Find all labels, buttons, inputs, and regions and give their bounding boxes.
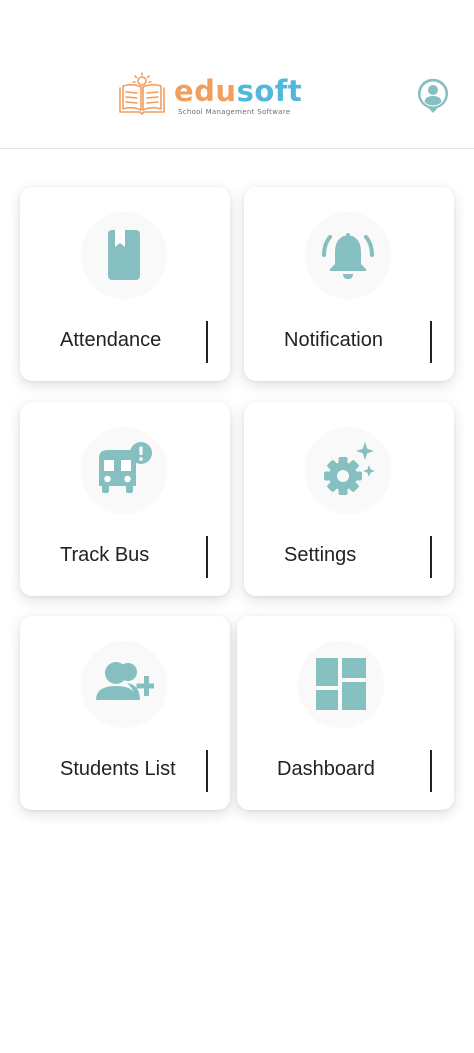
add-user-icon: [96, 662, 154, 700]
menu-card-label: Track Bus: [60, 544, 150, 566]
bell-icon: [322, 233, 374, 279]
brand-name: edusoft: [174, 74, 302, 108]
app-header: edusoft School Management Software: [0, 0, 474, 149]
text-cursor-bar: [206, 536, 208, 578]
menu-card-label: Dashboard: [277, 758, 375, 780]
menu-card-notification[interactable]: Notification: [244, 187, 454, 381]
menu-card-label: Settings: [284, 544, 357, 566]
text-cursor-bar: [430, 536, 432, 578]
gear-sparkle-icon: [324, 442, 375, 495]
menu-card-students-list[interactable]: Students List: [20, 616, 230, 810]
icon-circle: [305, 427, 391, 513]
menu-card-label: Students List: [60, 758, 176, 780]
app-screen: edusoft School Management Software Atten…: [0, 0, 474, 1053]
brand-name-edu: edu: [174, 74, 237, 108]
icon-circle: [81, 427, 167, 513]
text-cursor-bar: [430, 321, 432, 363]
account-circle-icon: [418, 78, 448, 113]
bus-alert-icon: [99, 442, 152, 493]
brand-logo: edusoft School Management Software: [116, 70, 316, 120]
menu-card-label: Attendance: [60, 329, 162, 351]
menu-card-track-bus[interactable]: Track Bus: [20, 402, 230, 596]
brand-tagline: School Management Software: [178, 108, 291, 116]
icon-circle: [81, 212, 167, 298]
menu-card-settings[interactable]: Settings: [244, 402, 454, 596]
menu-card-label: Notification: [284, 329, 383, 351]
menu-card-attendance[interactable]: Attendance: [20, 187, 230, 381]
text-cursor-bar: [206, 750, 208, 792]
book-icon: [108, 230, 140, 280]
icon-circle: [81, 641, 167, 727]
open-book-logo-icon: [119, 72, 165, 115]
text-cursor-bar: [206, 321, 208, 363]
dashboard-icon: [316, 658, 366, 710]
menu-card-dashboard[interactable]: Dashboard: [237, 616, 454, 810]
icon-circle: [298, 641, 384, 727]
brand-name-soft: soft: [236, 74, 303, 108]
text-cursor-bar: [430, 750, 432, 792]
icon-circle: [305, 212, 391, 298]
profile-button[interactable]: [416, 78, 450, 114]
